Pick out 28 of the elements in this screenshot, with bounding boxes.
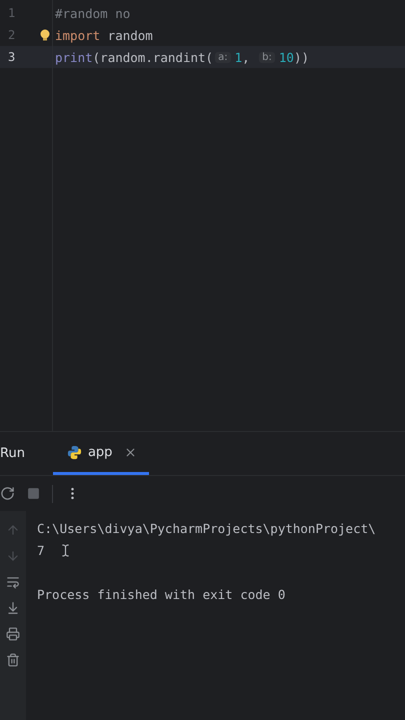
line-number: 2 (7, 28, 16, 42)
line-number: 3 (7, 50, 16, 64)
run-tab[interactable]: app (52, 432, 150, 475)
code-token: 10 (278, 50, 294, 64)
process-status: Process finished with exit code 0 (37, 586, 286, 602)
code-token: (random.randint( (92, 50, 214, 64)
code-token: )) (294, 50, 309, 64)
parameter-hint: b: (259, 52, 275, 62)
code-token: , (242, 50, 251, 64)
console-output: C:\Users\divya\PycharmProjects\pythonProject\ (37, 520, 376, 536)
code-token: import (55, 28, 100, 42)
trash-icon[interactable] (6, 653, 20, 667)
run-panel-title: Run (0, 446, 25, 461)
line-number: 1 (7, 6, 16, 20)
rerun-icon[interactable] (0, 486, 15, 501)
scroll-to-end-icon[interactable] (6, 601, 20, 615)
code-token: print (55, 50, 93, 64)
code-token: 1 (234, 50, 242, 64)
stop-icon[interactable] (27, 487, 40, 500)
code-token: random (106, 28, 153, 42)
code-token: #random no (55, 6, 130, 20)
print-icon[interactable] (6, 627, 20, 641)
python-icon (66, 444, 82, 460)
soft-wrap-icon[interactable] (6, 575, 20, 589)
console-output: 7 (37, 542, 45, 558)
close-icon[interactable] (124, 446, 138, 458)
parameter-hint: a: (215, 52, 231, 62)
lightbulb-icon[interactable] (40, 29, 50, 41)
